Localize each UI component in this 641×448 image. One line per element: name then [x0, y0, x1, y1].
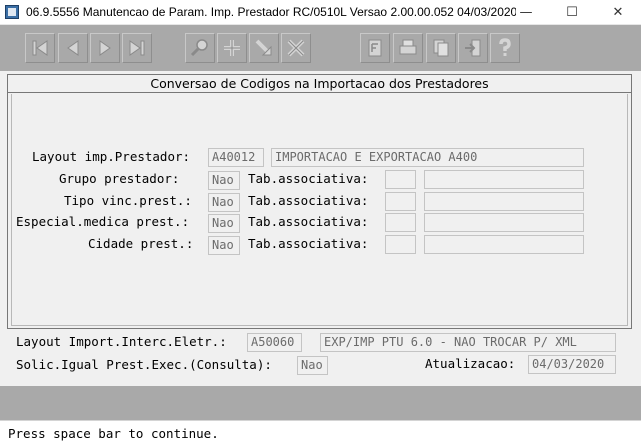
help-icon	[499, 38, 511, 56]
layout-interc-label: Layout Import.Interc.Eletr.:	[16, 334, 227, 349]
status-message: Press space bar to continue.	[8, 426, 219, 441]
first-record-icon	[32, 40, 48, 56]
first-record-button[interactable]	[25, 33, 55, 63]
filter-icon	[368, 39, 382, 57]
window-titlebar: 06.9.5556 Manutencao de Param. Imp. Pres…	[0, 0, 641, 25]
tipo-tab-associativa-code[interactable]	[385, 192, 416, 211]
help-button[interactable]	[490, 33, 520, 63]
solic-igual-prest-field[interactable]: Nao	[297, 356, 328, 375]
search-icon	[190, 39, 208, 57]
layout-interc-description: EXP/IMP PTU 6.0 - NAO TROCAR P/ XML	[320, 333, 616, 352]
especial-tab-associativa-label: Tab.associativa:	[248, 214, 369, 229]
tipo-tab-associativa-description	[424, 192, 584, 211]
especial-tab-associativa-description	[424, 213, 584, 232]
panel-title: Conversao de Codigos na Importacao dos P…	[8, 75, 631, 93]
delete-button[interactable]	[281, 33, 311, 63]
next-record-icon	[99, 40, 111, 56]
delete-icon	[287, 39, 305, 57]
cidade-tab-associativa-label: Tab.associativa:	[248, 236, 369, 251]
maximize-button[interactable]: ☐	[549, 0, 595, 25]
especial-medica-prest-label: Especial.medica prest.:	[16, 214, 190, 229]
add-button[interactable]	[217, 33, 247, 63]
grupo-tab-associativa-label: Tab.associativa:	[248, 171, 369, 186]
copy-icon	[433, 39, 449, 57]
close-button[interactable]: ✕	[595, 0, 641, 25]
solic-igual-prest-label: Solic.Igual Prest.Exec.(Consulta):	[16, 357, 272, 372]
tipo-vinc-prest-field[interactable]: Nao	[208, 193, 240, 212]
minimize-button[interactable]: —	[503, 0, 549, 25]
edit-button[interactable]	[249, 33, 279, 63]
previous-record-button[interactable]	[58, 33, 88, 63]
layout-imp-prestador-label: Layout imp.Prestador:	[32, 149, 191, 164]
layout-interc-field[interactable]: A50060	[247, 333, 302, 352]
grupo-prestador-label: Grupo prestador:	[59, 171, 180, 186]
app-icon	[5, 5, 19, 19]
print-button[interactable]	[393, 33, 423, 63]
status-bar: Press space bar to continue.	[0, 420, 641, 448]
bottom-bar	[0, 386, 641, 420]
grupo-prestador-field[interactable]: Nao	[208, 171, 240, 190]
print-icon	[399, 39, 417, 55]
cidade-tab-associativa-code[interactable]	[385, 235, 416, 254]
grupo-tab-associativa-description	[424, 170, 584, 189]
especial-tab-associativa-code[interactable]	[385, 213, 416, 232]
grupo-tab-associativa-code[interactable]	[385, 170, 416, 189]
especial-medica-prest-field[interactable]: Nao	[208, 214, 240, 233]
search-button[interactable]	[185, 33, 215, 63]
add-icon	[224, 40, 240, 56]
layout-imp-prestador-description: IMPORTACAO E EXPORTACAO A400	[271, 148, 584, 167]
exit-icon	[465, 39, 481, 57]
atualizacao-label: Atualizacao:	[425, 356, 516, 371]
copy-button[interactable]	[426, 33, 456, 63]
window-title: 06.9.5556 Manutencao de Param. Imp. Pres…	[26, 5, 516, 19]
atualizacao-field[interactable]: 04/03/2020	[528, 355, 616, 374]
cidade-prest-label: Cidade prest.:	[88, 236, 194, 251]
last-record-icon	[129, 40, 145, 56]
previous-record-icon	[67, 40, 79, 56]
tipo-tab-associativa-label: Tab.associativa:	[248, 193, 369, 208]
last-record-button[interactable]	[122, 33, 152, 63]
tipo-vinc-prest-label: Tipo vinc.prest.:	[64, 193, 192, 208]
cidade-prest-field[interactable]: Nao	[208, 236, 240, 255]
cidade-tab-associativa-description	[424, 235, 584, 254]
next-record-button[interactable]	[90, 33, 120, 63]
filter-button[interactable]	[360, 33, 390, 63]
toolbar	[0, 25, 641, 71]
layout-imp-prestador-field[interactable]: A40012	[208, 148, 264, 167]
exit-button[interactable]	[458, 33, 488, 63]
edit-icon	[255, 39, 272, 56]
